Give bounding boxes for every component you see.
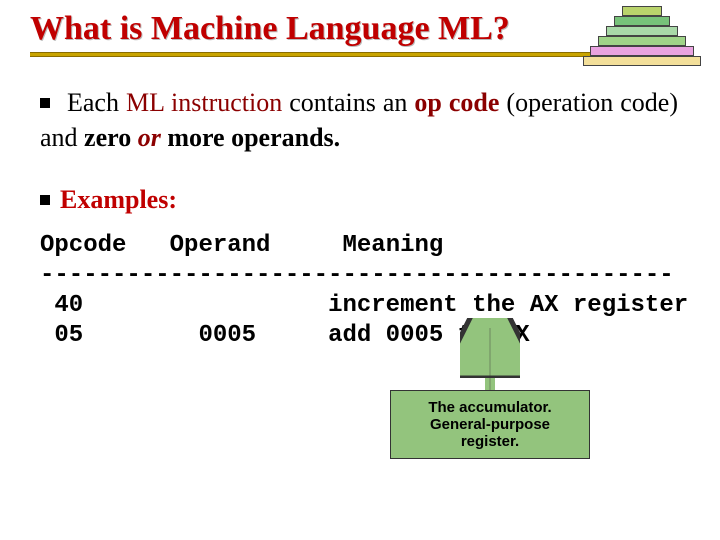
pyramid-layer — [590, 46, 694, 56]
text: Examples: — [60, 185, 177, 214]
bullet-instruction: Each ML instruction contains an op code … — [40, 85, 678, 155]
callout-accumulator: The accumulator. General-purpose registe… — [390, 390, 590, 459]
text: contains an — [289, 88, 407, 117]
cell-operand: 0005 — [198, 322, 256, 349]
pyramid-layer — [606, 26, 678, 36]
pyramid-layer — [583, 56, 701, 66]
pyramid-layer — [622, 6, 662, 16]
bullet-icon — [40, 195, 50, 205]
col-header: Operand — [170, 232, 271, 259]
callout-line: General-purpose — [397, 416, 583, 433]
text: op code — [414, 88, 499, 117]
bullet-icon — [40, 98, 50, 108]
callout-line: register. — [397, 433, 583, 450]
opcode-table: Opcode Operand Meaning -----------------… — [40, 231, 690, 351]
callout-line: The accumulator. — [397, 399, 583, 416]
arrow-icon — [460, 318, 520, 398]
text: or — [138, 123, 161, 152]
slide: What is Machine Language ML? Each ML ins… — [0, 0, 720, 540]
pyramid-graphic — [582, 6, 702, 74]
text: more operands. — [167, 123, 340, 152]
text: instruction — [171, 88, 282, 117]
col-header: Meaning — [342, 232, 443, 259]
pyramid-layer — [598, 36, 686, 46]
col-header: Opcode — [40, 232, 126, 259]
cell-opcode: 40 — [54, 292, 83, 319]
examples-heading: Examples: — [40, 185, 690, 215]
pyramid-layer — [614, 16, 670, 26]
cell-opcode: 05 — [54, 322, 83, 349]
text: Each — [67, 88, 119, 117]
cell-meaning: increment the AX register — [328, 292, 688, 319]
text: zero — [84, 123, 131, 152]
text: ML — [126, 88, 164, 117]
divider: ----------------------------------------… — [40, 262, 674, 289]
